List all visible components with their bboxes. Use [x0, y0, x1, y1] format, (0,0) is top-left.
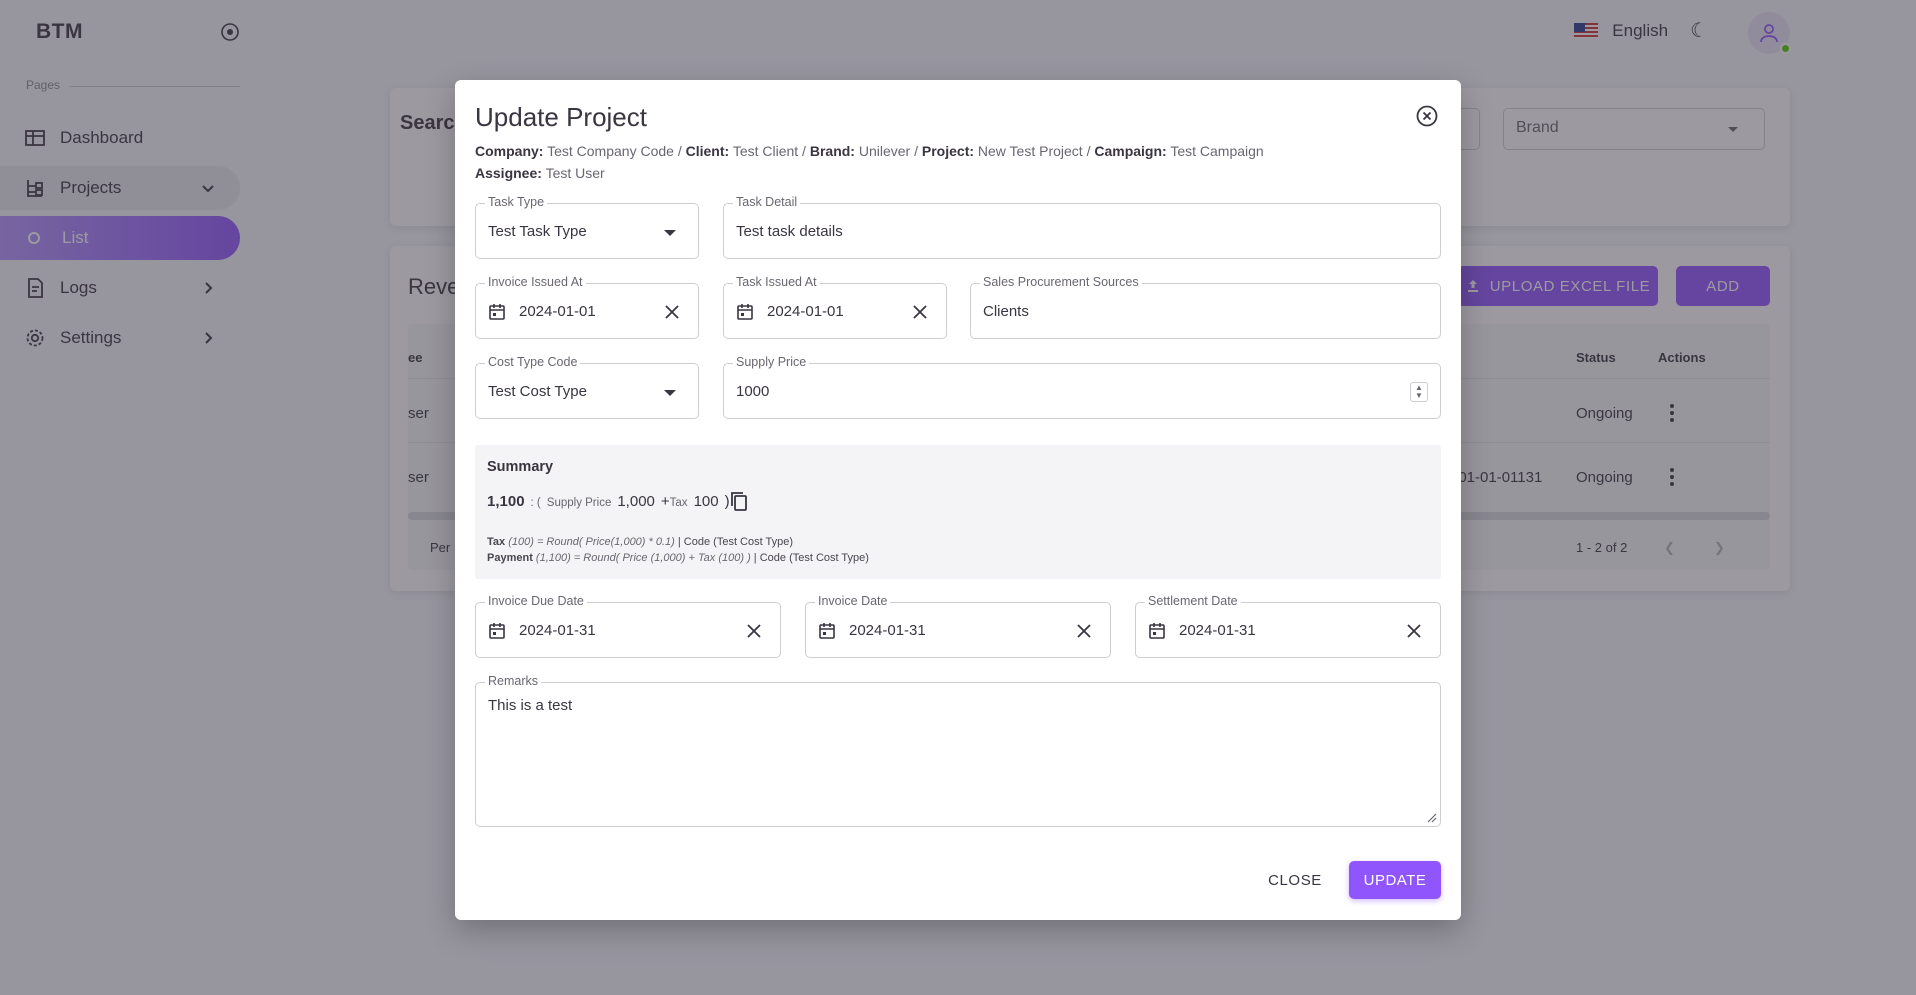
field-label: Sales Procurement Sources [980, 275, 1142, 289]
meta-assignee: Test User [545, 165, 605, 181]
summary-total-line: 1,100 : ( Supply Price 1,000 + Tax 100 ) [487, 493, 730, 510]
field-label: Task Type [485, 195, 548, 209]
settlement-date-value: 2024-01-31 [1179, 622, 1256, 639]
summary-total: 1,100 [487, 493, 525, 510]
invoice-issued-at-field[interactable]: Invoice Issued At 2024-01-01 [475, 275, 699, 339]
field-label: Cost Type Code [485, 355, 581, 369]
summary-supply-value: 1,000 [617, 493, 655, 510]
calendar-icon[interactable] [1148, 622, 1166, 640]
summary-panel: Summary 1,100 : ( Supply Price 1,000 + Ta… [475, 445, 1441, 579]
invoice-issued-at-value: 2024-01-01 [519, 303, 596, 320]
task-detail-value: Test task details [736, 223, 843, 240]
tax-formula-expression: (100) = Round( Price(1,000) * 0.1) [508, 536, 675, 548]
summary-plus: + [660, 493, 670, 510]
sales-procurement-sources-field[interactable]: Sales Procurement Sources Clients [970, 275, 1441, 339]
meta-client: Test Client [732, 143, 799, 159]
field-label: Remarks [485, 674, 542, 688]
update-button[interactable]: UPDATE [1349, 861, 1441, 899]
payment-formula-code: | Code (Test Cost Type) [753, 552, 869, 564]
field-label: Task Detail [733, 195, 801, 209]
meta-project: New Test Project [977, 143, 1083, 159]
meta-label: Brand: [809, 143, 855, 159]
close-icon[interactable] [1415, 104, 1439, 128]
invoice-due-date-field[interactable]: Invoice Due Date 2024-01-31 [475, 594, 781, 658]
clear-icon[interactable] [912, 304, 928, 320]
payment-formula: Payment (1,100) = Round( Price (1,000) +… [487, 552, 869, 564]
meta-brand: Unilever [858, 143, 911, 159]
meta-label: Project: [921, 143, 975, 159]
meta-label: Campaign: [1094, 143, 1167, 159]
invoice-date-value: 2024-01-31 [849, 622, 926, 639]
meta-separator: / [910, 143, 922, 159]
task-detail-field[interactable]: Task Detail Test task details [723, 195, 1441, 259]
summary-tax-value: 100 [693, 493, 719, 510]
update-project-dialog: Update Project Company: Test Company Cod… [455, 80, 1461, 920]
clear-icon[interactable] [1406, 623, 1422, 639]
supply-price-field[interactable]: Supply Price 1000 ▲ ▼ [723, 355, 1441, 419]
clear-icon[interactable] [1076, 623, 1092, 639]
summary-title: Summary [487, 459, 554, 475]
field-label: Settlement Date [1145, 594, 1241, 608]
payment-formula-label: Payment [487, 552, 533, 564]
meta-label: Assignee: [475, 165, 542, 181]
cost-type-code-select[interactable]: Cost Type Code Test Cost Type [475, 355, 699, 419]
task-issued-at-field[interactable]: Task Issued At 2024-01-01 [723, 275, 947, 339]
task-type-select[interactable]: Task Type Test Task Type [475, 195, 699, 259]
tax-formula: Tax (100) = Round( Price(1,000) * 0.1) |… [487, 536, 793, 548]
meta-label: Company: [475, 143, 544, 159]
calendar-icon[interactable] [488, 622, 506, 640]
copy-icon[interactable] [727, 489, 751, 513]
cost-type-code-value: Test Cost Type [488, 383, 587, 400]
remarks-textarea[interactable]: Remarks This is a test [475, 674, 1441, 827]
tax-formula-label: Tax [487, 536, 506, 548]
caret-down-icon [664, 230, 676, 242]
caret-down-icon [664, 390, 676, 402]
summary-open: : ( [530, 497, 541, 509]
supply-price-value: 1000 [736, 383, 770, 400]
meta-separator: / [798, 143, 810, 159]
summary-supply-label: Supply Price [546, 497, 612, 509]
close-button[interactable]: CLOSE [1255, 861, 1335, 899]
task-type-value: Test Task Type [488, 223, 587, 240]
field-label: Supply Price [733, 355, 810, 369]
payment-formula-expression: (1,100) = Round( Price (1,000) + Tax (10… [535, 552, 751, 564]
calendar-icon[interactable] [818, 622, 836, 640]
invoice-due-date-value: 2024-01-31 [519, 622, 596, 639]
resize-handle-icon[interactable] [1425, 811, 1437, 823]
meta-separator: / [673, 143, 686, 159]
dialog-title: Update Project [475, 102, 647, 132]
calendar-icon[interactable] [488, 303, 506, 321]
tax-formula-code: | Code (Test Cost Type) [677, 536, 794, 548]
task-issued-at-value: 2024-01-01 [767, 303, 844, 320]
field-label: Task Issued At [733, 275, 820, 289]
settlement-date-field[interactable]: Settlement Date 2024-01-31 [1135, 594, 1441, 658]
calendar-icon[interactable] [736, 303, 754, 321]
sales-procurement-sources-value: Clients [983, 303, 1029, 320]
invoice-date-field[interactable]: Invoice Date 2024-01-31 [805, 594, 1111, 658]
meta-campaign: Test Campaign [1170, 143, 1264, 159]
field-label: Invoice Date [815, 594, 891, 608]
number-stepper-icon[interactable]: ▲ ▼ [1410, 382, 1428, 402]
meta-separator: / [1082, 143, 1095, 159]
meta-company: Test Company Code [547, 143, 674, 159]
clear-icon[interactable] [746, 623, 762, 639]
clear-icon[interactable] [664, 304, 680, 320]
meta-label: Client: [685, 143, 730, 159]
summary-tax-label: Tax [669, 497, 688, 509]
project-breadcrumb: Company: Test Company Code / Client: Tes… [475, 140, 1264, 184]
remarks-value: This is a test [488, 697, 573, 714]
field-label: Invoice Issued At [485, 275, 586, 289]
field-label: Invoice Due Date [485, 594, 587, 608]
